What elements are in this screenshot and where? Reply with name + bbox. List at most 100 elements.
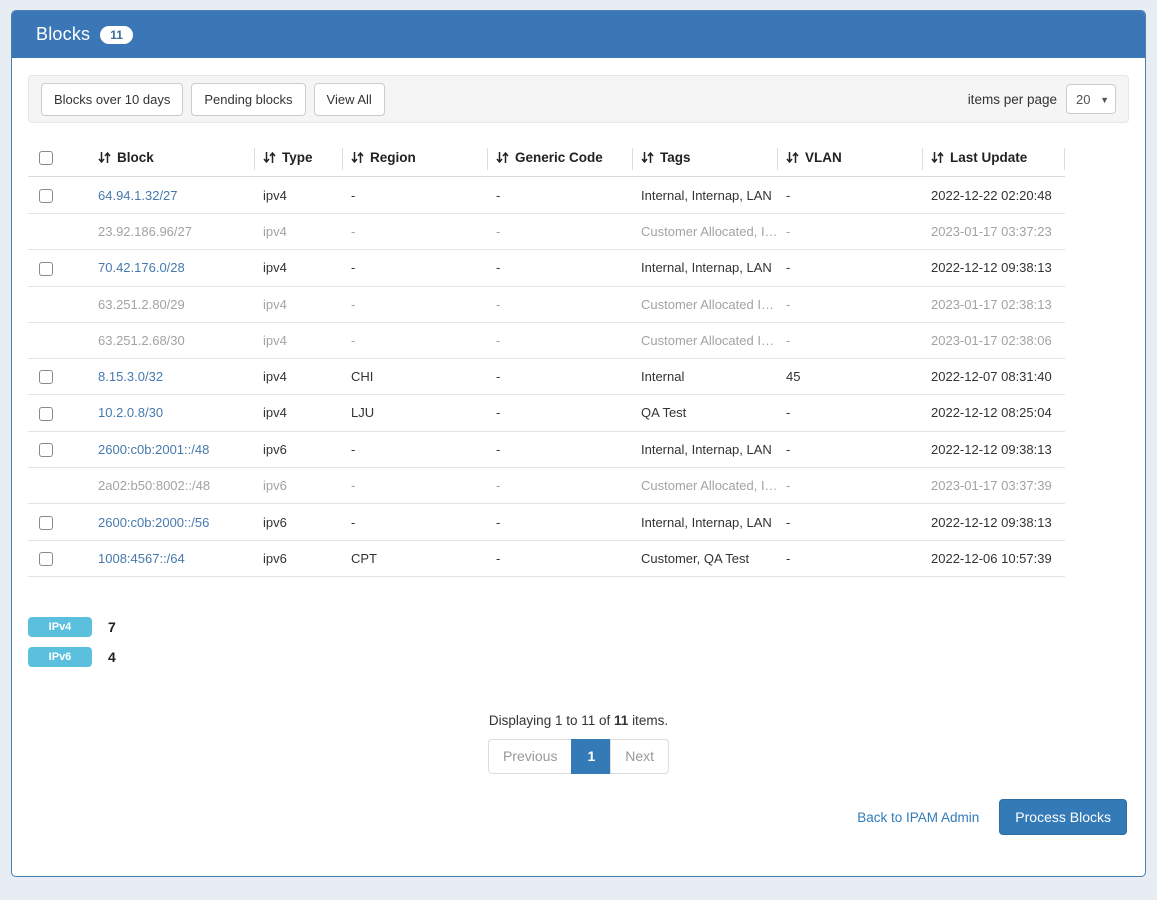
block-cell: 63.251.2.80/29	[90, 286, 255, 322]
block-link[interactable]: 8.15.3.0/32	[98, 369, 163, 384]
row-checkbox[interactable]	[39, 189, 53, 203]
block-cell: 8.15.3.0/32	[90, 358, 255, 395]
column-header-label: Type	[282, 150, 313, 165]
column-header-vlan[interactable]: VLAN	[778, 140, 923, 177]
back-to-ipam-admin-link[interactable]: Back to IPAM Admin	[857, 810, 979, 825]
block-cell: 2600:c0b:2000::/56	[90, 504, 255, 541]
block-cell: 64.94.1.32/27	[90, 177, 255, 214]
blocks-count-badge: 11	[100, 26, 133, 44]
last-update-cell: 2022-12-06 10:57:39	[923, 540, 1065, 577]
sort-arrows-icon	[351, 151, 364, 164]
sort-arrows-icon	[931, 151, 944, 164]
filter-button-pending-blocks[interactable]: Pending blocks	[191, 83, 305, 116]
block-link[interactable]: 10.2.0.8/30	[98, 405, 163, 420]
block-cell: 70.42.176.0/28	[90, 250, 255, 287]
block-link[interactable]: 1008:4567::/64	[98, 551, 185, 566]
vlan-cell: -	[778, 431, 923, 468]
column-header-label: Generic Code	[515, 150, 603, 165]
generic-code-cell: -	[488, 395, 633, 432]
items-per-page-select[interactable]: 20	[1066, 84, 1116, 114]
tags-cell: Internal, Internap, LAN	[633, 177, 778, 214]
region-cell: -	[343, 286, 488, 322]
row-checkbox[interactable]	[39, 262, 53, 276]
filter-button-view-all[interactable]: View All	[314, 83, 385, 116]
row-checkbox[interactable]	[39, 407, 53, 421]
tags-cell: Customer Allocated, I…	[633, 468, 778, 504]
region-cell: -	[343, 431, 488, 468]
page-title: Blocks	[36, 24, 90, 45]
column-header-generic-code[interactable]: Generic Code	[488, 140, 633, 177]
region-cell: CHI	[343, 358, 488, 395]
vlan-cell: -	[778, 504, 923, 541]
sort-arrows-icon	[496, 151, 509, 164]
process-blocks-button[interactable]: Process Blocks	[999, 799, 1127, 835]
generic-code-cell: -	[488, 431, 633, 468]
ipv6-badge: IPv6	[28, 647, 92, 667]
row-select-cell	[28, 177, 90, 214]
tags-cell: QA Test	[633, 395, 778, 432]
last-update-cell: 2023-01-17 03:37:23	[923, 214, 1065, 250]
vlan-cell: -	[778, 322, 923, 358]
vlan-cell: -	[778, 214, 923, 250]
generic-code-cell: -	[488, 286, 633, 322]
vlan-cell: -	[778, 468, 923, 504]
region-cell: -	[343, 214, 488, 250]
row-checkbox[interactable]	[39, 443, 53, 457]
summary-row-ipv6: IPv64	[28, 647, 1129, 667]
tags-cell: Internal, Internap, LAN	[633, 504, 778, 541]
type-cell: ipv4	[255, 322, 343, 358]
generic-code-cell: -	[488, 322, 633, 358]
block-link[interactable]: 64.94.1.32/27	[98, 188, 178, 203]
select-all-checkbox[interactable]	[39, 151, 53, 165]
tags-cell: Customer Allocated I…	[633, 322, 778, 358]
generic-code-cell: -	[488, 468, 633, 504]
block-cell: 23.92.186.96/27	[90, 214, 255, 250]
blocks-table: Block Type Region Generic Code TagsVLANLast …	[28, 140, 1065, 577]
type-cell: ipv4	[255, 214, 343, 250]
type-cell: ipv4	[255, 177, 343, 214]
filter-button-blocks-over-10-days[interactable]: Blocks over 10 days	[41, 83, 183, 116]
row-select-cell	[28, 395, 90, 432]
pagination-previous[interactable]: Previous	[488, 739, 572, 774]
tags-cell: Internal	[633, 358, 778, 395]
region-cell: -	[343, 504, 488, 541]
sort-arrows-icon	[263, 151, 276, 164]
row-checkbox[interactable]	[39, 370, 53, 384]
table-row: 2600:c0b:2001::/48ipv6--Internal, Intern…	[28, 431, 1065, 468]
last-update-cell: 2022-12-12 08:25:04	[923, 395, 1065, 432]
region-cell: LJU	[343, 395, 488, 432]
column-header-type[interactable]: Type	[255, 140, 343, 177]
region-cell: CPT	[343, 540, 488, 577]
block-link[interactable]: 70.42.176.0/28	[98, 260, 185, 275]
row-select-cell	[28, 286, 90, 322]
vlan-cell: 45	[778, 358, 923, 395]
column-header-last-update[interactable]: Last Update	[923, 140, 1065, 177]
block-text: 23.92.186.96/27	[98, 224, 192, 239]
row-checkbox[interactable]	[39, 552, 53, 566]
footer-actions: Back to IPAM Admin Process Blocks	[28, 799, 1129, 835]
row-checkbox[interactable]	[39, 516, 53, 530]
pagination-next[interactable]: Next	[610, 739, 669, 774]
last-update-cell: 2023-01-17 03:37:39	[923, 468, 1065, 504]
type-cell: ipv4	[255, 286, 343, 322]
pagination-page-1[interactable]: 1	[571, 739, 611, 774]
generic-code-cell: -	[488, 504, 633, 541]
block-cell: 2600:c0b:2001::/48	[90, 431, 255, 468]
column-header-tags[interactable]: Tags	[633, 140, 778, 177]
row-select-cell	[28, 322, 90, 358]
column-header-block[interactable]: Block	[90, 140, 255, 177]
tags-cell: Internal, Internap, LAN	[633, 250, 778, 287]
vlan-cell: -	[778, 395, 923, 432]
tags-cell: Customer Allocated I…	[633, 286, 778, 322]
type-summary: IPv47IPv64	[28, 617, 1129, 667]
type-cell: ipv6	[255, 431, 343, 468]
table-row: 1008:4567::/64ipv6CPT-Customer, QA Test-…	[28, 540, 1065, 577]
block-link[interactable]: 2600:c0b:2000::/56	[98, 515, 209, 530]
column-header-region[interactable]: Region	[343, 140, 488, 177]
type-cell: ipv6	[255, 540, 343, 577]
block-link[interactable]: 2600:c0b:2001::/48	[98, 442, 209, 457]
ipv4-badge: IPv4	[28, 617, 92, 637]
block-cell: 10.2.0.8/30	[90, 395, 255, 432]
displaying-text: Displaying 1 to 11 of 11 items.	[28, 713, 1129, 728]
last-update-cell: 2023-01-17 02:38:06	[923, 322, 1065, 358]
